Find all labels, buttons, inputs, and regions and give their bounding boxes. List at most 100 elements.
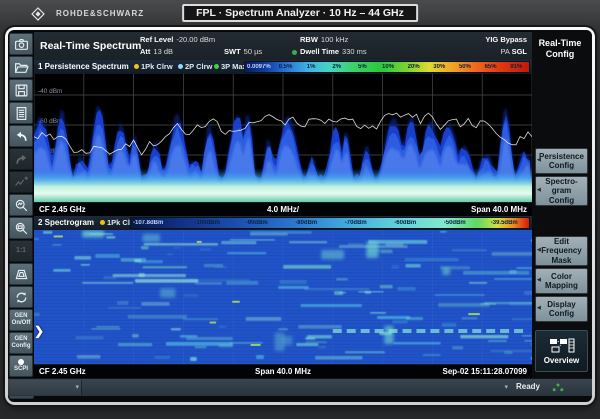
scpi-label: SCPI (14, 366, 28, 373)
one-to-one-label: 1:1 (16, 247, 26, 255)
trace-1pk[interactable]: 1Pk Clrw (134, 62, 173, 71)
spectrogram-timestamp: Sep-02 15:11:28.07099 (442, 367, 527, 376)
persistence-window-title: 1 Persistence Spectrum (38, 62, 129, 71)
pa-field[interactable]: PA SGL (497, 47, 527, 57)
scale-label: 50% (452, 64, 478, 70)
scale-label: -80dBm (282, 220, 332, 226)
waveform-plus-icon (14, 175, 29, 190)
zoom-1to1-button[interactable]: 1:1 (9, 240, 33, 262)
softkey-panel: Real-Time Config ◀ Persistence Config ◀ … (532, 30, 592, 378)
persistence-per-div: 4.0 MHz/ (34, 205, 532, 214)
status-bar: ▾ ▾ Ready (8, 378, 592, 396)
scale-label: -90dBm (232, 220, 282, 226)
spectrogram-window-title: 2 Spectrogram (38, 218, 94, 227)
screen-frame: 1:1 GEN On/Off GEN Config SCPI ◀ (5, 27, 595, 405)
document-icon (14, 106, 29, 121)
current-frame-marker-icon: ❯ (34, 324, 44, 338)
report-button[interactable] (9, 102, 33, 124)
redo-button[interactable] (9, 148, 33, 170)
svg-text:-40 dBm: -40 dBm (38, 88, 62, 95)
add-measurement-button[interactable] (9, 171, 33, 193)
att-field[interactable]: Att13 dB (140, 47, 173, 57)
undo-button[interactable] (9, 125, 33, 147)
scale-label: 2% (324, 64, 350, 70)
persistence-titlebar: 1 Persistence Spectrum 1Pk Clrw 2P Clrw … (34, 60, 532, 74)
gen-config-button[interactable]: GEN Config (9, 332, 33, 354)
frequency-mask-button[interactable] (9, 263, 33, 285)
camera-icon (14, 37, 29, 52)
spectrogram-display[interactable]: ❯ (34, 230, 532, 364)
scale-label: 1% (298, 64, 324, 70)
scale-label: 10% (375, 64, 401, 70)
persistence-span[interactable]: Span 40.0 MHz (471, 205, 527, 214)
trace-3p[interactable]: 3P Max (214, 62, 247, 71)
scale-label: -100dBm (183, 220, 233, 226)
softkey-arrow-icon: ◀ (537, 158, 541, 164)
spectrogram-window: 2 Spectrogram 1Pk Clrw -107.8dBm-100dBm-… (34, 216, 532, 378)
trace-color-dot (100, 220, 105, 225)
scale-label: -70dBm (331, 220, 381, 226)
spectrogram-titlebar: 2 Spectrogram 1Pk Clrw -107.8dBm-100dBm-… (34, 216, 532, 230)
dwell-time-field[interactable]: Dwell Time330 ms (292, 47, 367, 57)
softkey-display-config[interactable]: ◀ Display Config (535, 296, 588, 322)
status-dropdown-icon[interactable]: ▾ (504, 383, 508, 391)
swt-field[interactable]: SWT50 µs (224, 47, 262, 57)
scale-label: 30% (426, 64, 452, 70)
yig-bypass-field[interactable]: YIG Bypass (485, 35, 527, 45)
refresh-button[interactable] (9, 286, 33, 308)
screenshot-button[interactable] (9, 33, 33, 55)
scale-label: -39.5dBm (480, 220, 530, 226)
softkey-arrow-icon: ◀ (537, 278, 541, 284)
spectrogram-plot (34, 230, 532, 364)
rbw-field[interactable]: RBW100 kHz (300, 35, 348, 45)
screen: 1:1 GEN On/Off GEN Config SCPI ◀ (8, 30, 592, 402)
persistence-color-scale[interactable]: 0.0097%0.5%1%2%5%10%20%30%50%65%91% (244, 61, 530, 73)
channel-title: Real-Time Spectrum (40, 32, 141, 60)
overview-label: Overview (544, 356, 580, 365)
softkey-edit-frequency-mask[interactable]: ◀ Edit Frequency Mask (535, 236, 588, 266)
gen-onoff-label: GEN On/Off (12, 313, 31, 326)
lan-status-icon (552, 383, 564, 392)
trace-color-dot (214, 64, 219, 69)
scale-label: -107.8dBm (131, 220, 183, 226)
ref-level-field[interactable]: Ref Level-20.00 dBm (140, 35, 215, 45)
refresh-icon (14, 290, 29, 305)
brand-text: ROHDE&SCHWARZ (56, 9, 144, 18)
trace-2p[interactable]: 2P Clrw (178, 62, 212, 71)
persistence-display[interactable]: -40 dBm-60 dBm-80 dBm-100 dBm (34, 74, 532, 202)
folder-open-icon (14, 60, 29, 75)
overview-diagram-icon (549, 338, 575, 354)
scale-label: 65% (478, 64, 504, 70)
record-dot-icon (18, 359, 24, 365)
zoom-button[interactable] (9, 194, 33, 216)
softkey-color-mapping[interactable]: ◀ Color Mapping (535, 268, 588, 294)
scale-label: 0.5% (273, 64, 299, 70)
magnifier-rect-icon (14, 221, 29, 236)
overview-button[interactable]: Overview (535, 330, 588, 372)
trace-color-dot (134, 64, 139, 69)
zoom-selection-button[interactable] (9, 217, 33, 239)
spectrogram-color-scale[interactable]: -107.8dBm-100dBm-90dBm-80dBm-70dBm-60dBm… (130, 217, 530, 229)
measurement-area: Real-Time Spectrum Ref Level-20.00 dBm R… (34, 32, 532, 378)
open-file-button[interactable] (9, 56, 33, 78)
trace-color-dot (178, 64, 183, 69)
scpi-button[interactable]: SCPI (9, 355, 33, 377)
redo-arrow-icon (14, 152, 29, 167)
magnifier-graph-icon (14, 198, 29, 213)
gen-onoff-button[interactable]: GEN On/Off (9, 309, 33, 331)
frame-mask-icon (14, 267, 29, 282)
status-ready-label: Ready (516, 382, 540, 391)
spectrogram-footer: CF 2.45 GHz Span 40.0 MHz Sep-02 15:11:2… (34, 364, 532, 378)
scale-label: 0.0097% (245, 64, 273, 70)
softkey-arrow-icon: ◀ (537, 306, 541, 312)
softkey-arrow-icon: ◀ (537, 188, 541, 194)
persistence-window: 1 Persistence Spectrum 1Pk Clrw 2P Clrw … (34, 60, 532, 216)
save-button[interactable] (9, 79, 33, 101)
undo-arrow-icon (14, 129, 29, 144)
persistence-plot: -40 dBm-60 dBm-80 dBm-100 dBm (34, 74, 532, 202)
softkey-persistence-config[interactable]: ◀ Persistence Config (535, 148, 588, 174)
softkey-spectrogram-config[interactable]: ◀ Spectro- gram Config (535, 176, 588, 206)
left-toolbar: 1:1 GEN On/Off GEN Config SCPI ◀ (9, 33, 34, 399)
rohde-schwarz-logo (28, 6, 48, 22)
status-message-box[interactable]: ▾ (10, 380, 82, 395)
